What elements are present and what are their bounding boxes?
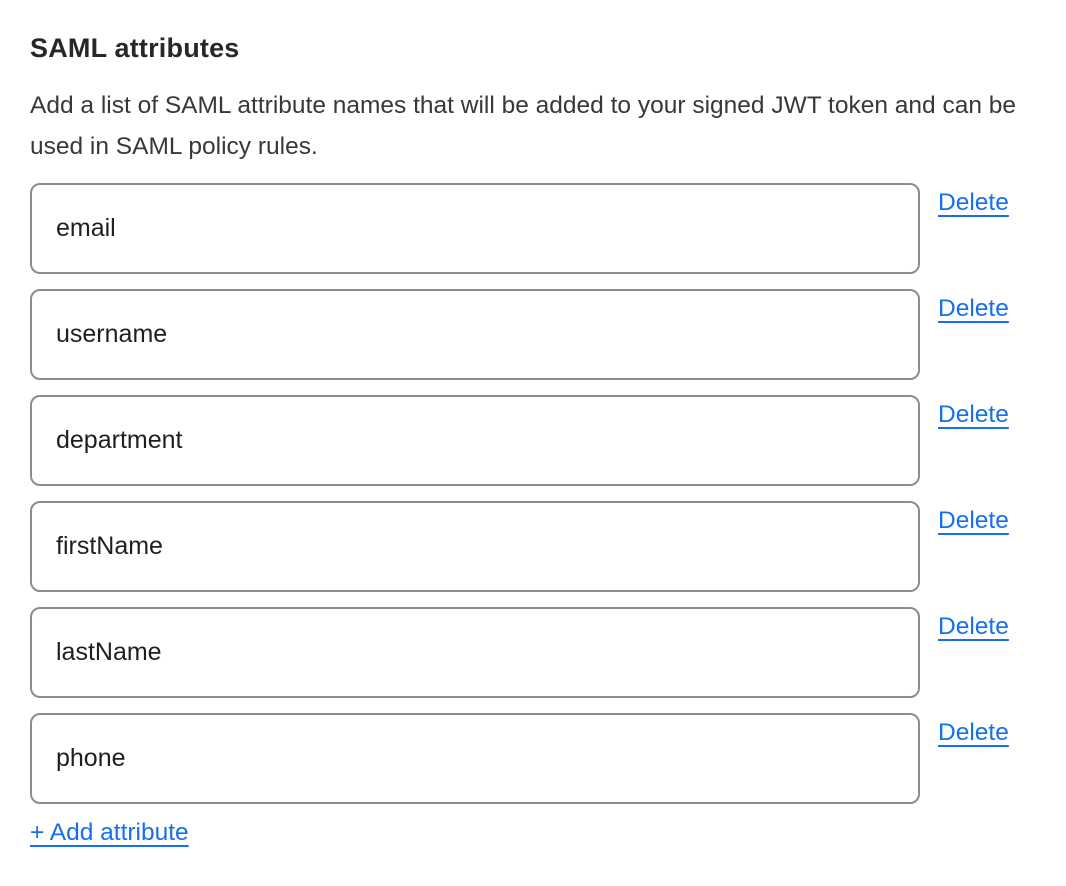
section-title: SAML attributes: [30, 33, 1023, 64]
attribute-row: Delete: [30, 289, 1023, 380]
saml-attributes-section: SAML attributes Add a list of SAML attri…: [0, 0, 1066, 886]
delete-attribute-link[interactable]: Delete: [938, 719, 1009, 746]
attribute-name-input[interactable]: [30, 289, 920, 380]
attribute-name-input[interactable]: [30, 713, 920, 804]
delete-attribute-link[interactable]: Delete: [938, 401, 1009, 428]
attribute-name-input[interactable]: [30, 183, 920, 274]
attribute-name-input[interactable]: [30, 501, 920, 592]
attribute-row: Delete: [30, 713, 1023, 804]
delete-column: Delete: [920, 713, 1023, 747]
delete-attribute-link[interactable]: Delete: [938, 295, 1009, 322]
delete-column: Delete: [920, 395, 1023, 429]
delete-column: Delete: [920, 289, 1023, 323]
attribute-rows: Delete Delete Delete Delete Delete Delete: [30, 183, 1023, 804]
attribute-row: Delete: [30, 183, 1023, 274]
delete-column: Delete: [920, 183, 1023, 217]
delete-column: Delete: [920, 501, 1023, 535]
attribute-row: Delete: [30, 501, 1023, 592]
attribute-name-input[interactable]: [30, 607, 920, 698]
add-attribute-link[interactable]: + Add attribute: [30, 819, 189, 846]
attribute-row: Delete: [30, 607, 1023, 698]
delete-attribute-link[interactable]: Delete: [938, 189, 1009, 216]
delete-attribute-link[interactable]: Delete: [938, 507, 1009, 534]
delete-attribute-link[interactable]: Delete: [938, 613, 1009, 640]
add-attribute-row: + Add attribute: [30, 819, 1023, 847]
attribute-name-input[interactable]: [30, 395, 920, 486]
section-description: Add a list of SAML attribute names that …: [30, 85, 1020, 167]
delete-column: Delete: [920, 607, 1023, 641]
attribute-row: Delete: [30, 395, 1023, 486]
